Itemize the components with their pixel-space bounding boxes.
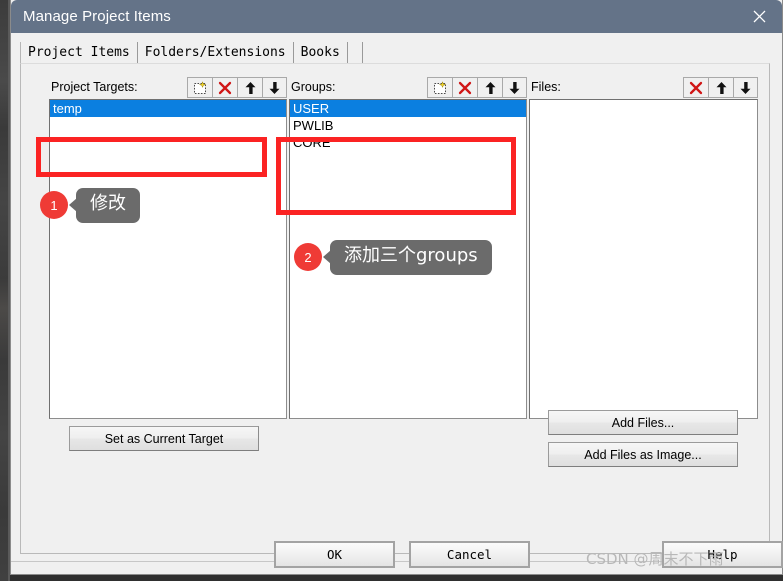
close-icon[interactable]: [736, 0, 782, 33]
window-title: Manage Project Items: [23, 8, 171, 25]
files-listbox[interactable]: [529, 99, 758, 419]
files-column: Files:: [529, 77, 758, 419]
tab-strip-end: [347, 42, 363, 64]
tab-folders-extensions[interactable]: Folders/Extensions: [137, 42, 294, 64]
annotation-badge-2: 2: [294, 243, 322, 272]
list-item[interactable]: CORE: [290, 134, 526, 151]
annotation-bubble-1: 修改: [76, 188, 140, 223]
manage-project-items-dialog: Manage Project Items Project Items Folde…: [10, 0, 783, 575]
groups-header: Groups:: [289, 77, 527, 99]
tab-page-project-items: Project Targets: temp Groups: USER PWLIB…: [20, 63, 770, 554]
files-header: Files:: [529, 77, 758, 99]
delete-file-button[interactable]: [683, 77, 708, 98]
move-file-up-button[interactable]: [708, 77, 733, 98]
annotation-callout-1: 1 修改: [40, 188, 140, 223]
move-target-down-button[interactable]: [262, 77, 287, 98]
project-targets-header: Project Targets:: [49, 77, 287, 99]
move-file-down-button[interactable]: [733, 77, 758, 98]
list-item[interactable]: USER: [290, 100, 526, 117]
screen: Manage Project Items Project Items Folde…: [0, 0, 783, 581]
help-button[interactable]: Help: [662, 541, 783, 568]
cancel-button[interactable]: Cancel: [409, 541, 530, 568]
delete-target-button[interactable]: [212, 77, 237, 98]
new-group-button[interactable]: [427, 77, 452, 98]
tab-books[interactable]: Books: [293, 42, 348, 64]
tab-project-items[interactable]: Project Items: [20, 42, 138, 64]
project-targets-toolbar: [187, 77, 287, 98]
annotation-bubble-2: 添加三个groups: [330, 240, 492, 275]
list-item[interactable]: PWLIB: [290, 117, 526, 134]
files-toolbar: [683, 77, 758, 98]
groups-toolbar: [427, 77, 527, 98]
annotation-callout-2: 2 添加三个groups: [294, 240, 492, 275]
project-targets-label: Project Targets:: [51, 80, 138, 94]
new-target-button[interactable]: [187, 77, 212, 98]
move-group-down-button[interactable]: [502, 77, 527, 98]
set-as-current-target-button[interactable]: Set as Current Target: [69, 426, 259, 451]
project-targets-column: Project Targets: temp: [49, 77, 287, 419]
add-files-button[interactable]: Add Files...: [548, 410, 738, 435]
title-bar: Manage Project Items: [11, 0, 782, 33]
annotation-badge-1: 1: [40, 191, 68, 220]
project-targets-listbox[interactable]: temp: [49, 99, 287, 419]
delete-group-button[interactable]: [452, 77, 477, 98]
files-label: Files:: [531, 80, 561, 94]
move-target-up-button[interactable]: [237, 77, 262, 98]
tab-strip: Project Items Folders/Extensions Books: [20, 40, 363, 64]
desktop-backdrop: [0, 0, 10, 581]
move-group-up-button[interactable]: [477, 77, 502, 98]
add-files-as-image-button[interactable]: Add Files as Image...: [548, 442, 738, 467]
groups-label: Groups:: [291, 80, 336, 94]
list-item[interactable]: temp: [50, 100, 286, 117]
dialog-client-area: Project Items Folders/Extensions Books P…: [11, 33, 783, 574]
ok-button[interactable]: OK: [274, 541, 395, 568]
